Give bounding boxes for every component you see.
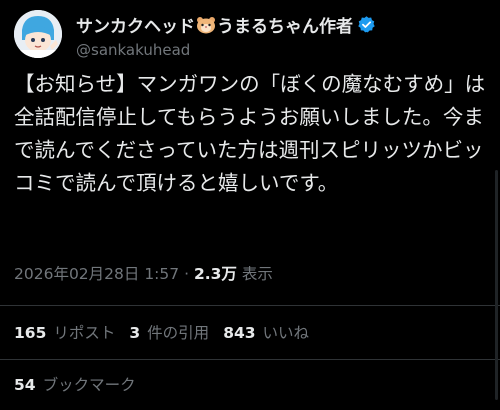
reposts-count[interactable]: 165	[14, 324, 46, 342]
timestamp[interactable]: 2026年02月28日 1:57	[14, 265, 179, 283]
bookmarks-label: ブックマーク	[42, 376, 136, 394]
reposts-label[interactable]: リポスト	[53, 324, 115, 342]
hamster-face-icon	[196, 16, 216, 34]
display-name-part2: うまるちゃん作者	[217, 17, 353, 37]
likes-count[interactable]: 843	[223, 324, 255, 342]
tweet-header: サンカクヘッド うまるちゃん作者 @sankakuhead	[14, 10, 484, 60]
meta-separator: ·	[184, 265, 190, 283]
tweet-text: 【お知らせ】マンガワンの「ぼくの魔なむすめ」は全話配信停止してもらうようお願いし…	[14, 72, 486, 195]
verified-badge-icon	[357, 15, 376, 34]
display-name-part1: サンカクヘッド	[76, 17, 195, 37]
bookmarks-count: 54	[14, 376, 36, 394]
author-names: サンカクヘッド うまるちゃん作者 @sankakuhead	[76, 12, 376, 59]
tweet-meta: 2026年02月28日 1:57 · 2.3万 表示	[14, 262, 273, 284]
quotes-label[interactable]: 件の引用	[147, 324, 209, 342]
quotes-count[interactable]: 3	[129, 324, 140, 342]
views-label: 表示	[241, 265, 273, 283]
views-count: 2.3万	[193, 265, 237, 283]
display-name[interactable]: サンカクヘッド うまるちゃん作者	[76, 12, 376, 37]
avatar[interactable]	[14, 10, 62, 58]
scrollbar[interactable]	[495, 170, 498, 400]
divider	[0, 305, 500, 306]
divider	[0, 359, 500, 360]
likes-label[interactable]: いいね	[263, 324, 310, 342]
bookmarks-stat[interactable]: 54 ブックマーク	[14, 373, 136, 395]
author-handle[interactable]: @sankakuhead	[76, 41, 376, 59]
engagement-stats: 165 リポスト 3 件の引用 843 いいね	[14, 321, 323, 343]
